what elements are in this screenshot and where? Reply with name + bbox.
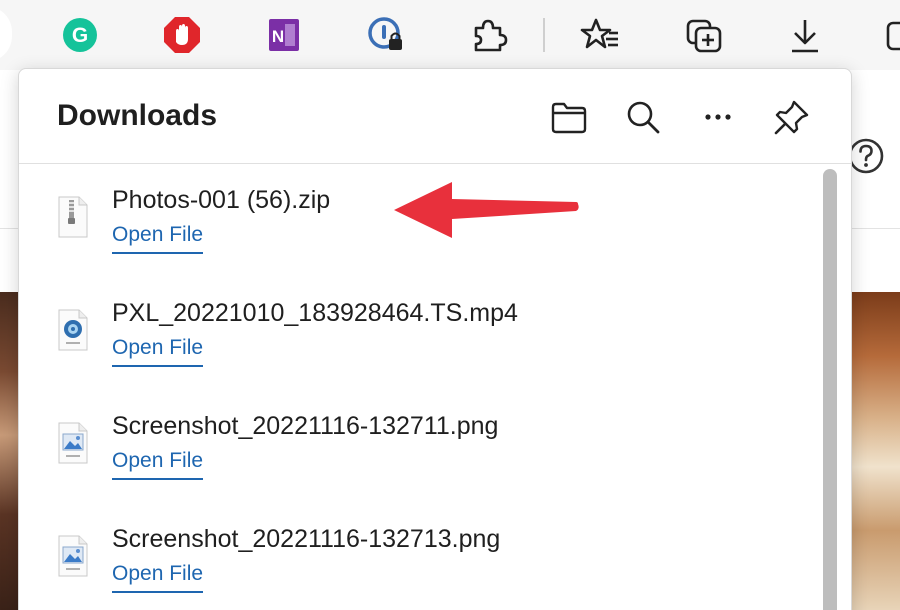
downloads-icon[interactable] [783,13,827,57]
extensions-icon[interactable] [466,13,510,57]
scrollbar-thumb[interactable] [823,169,837,610]
more-options-icon[interactable] [696,95,740,139]
favorites-icon[interactable] [578,13,622,57]
video-file-icon [57,309,89,351]
browser-toolbar: G N [0,0,900,70]
password-manager-icon[interactable] [364,13,408,57]
downloads-list: Photos-001 (56).zip Open File PXL_202210… [19,164,851,610]
open-folder-icon[interactable] [547,95,591,139]
open-file-link[interactable]: Open File [112,562,204,593]
file-name: Screenshot_20221116-132711.png [112,412,499,440]
svg-text:N: N [272,27,284,46]
screenshot-icon[interactable] [880,13,900,57]
background-photo [846,292,900,610]
onenote-icon[interactable]: N [262,13,306,57]
svg-text:G: G [72,24,88,47]
image-file-icon [57,535,89,577]
panel-header: Downloads [19,69,851,163]
download-item: Screenshot_20221116-132713.png Open File [19,503,819,610]
open-file-link[interactable]: Open File [112,223,204,254]
download-item: PXL_20221010_183928464.TS.mp4 Open File [19,277,819,387]
grammarly-icon[interactable]: G [58,13,102,57]
help-icon[interactable] [846,136,886,176]
address-bar[interactable] [0,6,12,62]
image-file-icon [57,422,89,464]
file-name: Photos-001 (56).zip [112,186,331,214]
toolbar-divider [543,18,545,52]
file-name: PXL_20221010_183928464.TS.mp4 [112,299,518,327]
download-item: Screenshot_20221116-132711.png Open File [19,390,819,500]
open-file-link[interactable]: Open File [112,449,204,480]
zip-file-icon [57,196,89,238]
file-name: Screenshot_20221116-132713.png [112,525,501,553]
adblock-icon[interactable] [160,13,204,57]
search-icon[interactable] [621,95,665,139]
collections-icon[interactable] [682,13,726,57]
downloads-panel: Downloads Photos-001 (56).zip Open File … [18,68,852,610]
open-file-link[interactable]: Open File [112,336,204,367]
panel-title: Downloads [57,99,218,132]
pin-icon[interactable] [770,95,814,139]
download-item: Photos-001 (56).zip Open File [19,164,819,274]
